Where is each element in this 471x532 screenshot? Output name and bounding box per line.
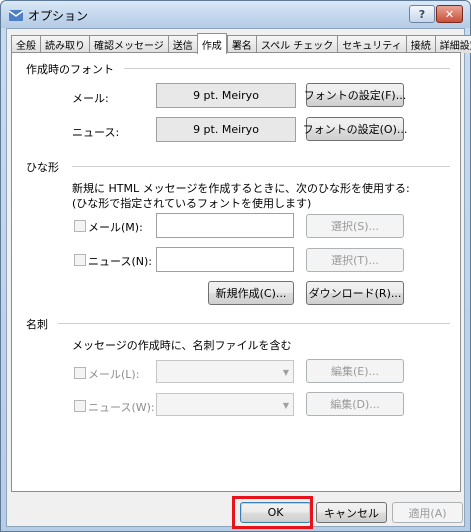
mail-font-settings-button[interactable]: フォントの設定(F)... bbox=[304, 83, 406, 107]
stationery-mail-select-button[interactable]: 選択(S)... bbox=[306, 214, 404, 238]
options-dialog: オプション ? ✕ 全般 読み取り 確認メッセージ 送信 作成 署名 スペル チ… bbox=[0, 0, 471, 532]
window-title: オプション bbox=[28, 9, 89, 23]
help-button[interactable]: ? bbox=[409, 5, 435, 23]
business-card-news-dropdown[interactable]: ▼ bbox=[156, 393, 294, 416]
ok-highlight-marker bbox=[232, 496, 313, 529]
business-card-news-checkbox[interactable] bbox=[74, 400, 86, 412]
business-card-news-label: ニュース(W): bbox=[88, 401, 155, 414]
stationery-news-checkbox[interactable] bbox=[74, 254, 86, 266]
dialog-client: 全般 読み取り 確認メッセージ 送信 作成 署名 スペル チェック セキュリティ… bbox=[6, 28, 471, 527]
tab-spelling[interactable]: スペル チェック bbox=[255, 35, 338, 53]
new-stationery-button[interactable]: 新規作成(C)... bbox=[208, 281, 294, 305]
stationery-news-input[interactable] bbox=[156, 247, 294, 272]
compose-news-label: ニュース: bbox=[72, 126, 120, 139]
close-button[interactable]: ✕ bbox=[436, 5, 463, 23]
business-card-news-edit-button[interactable]: 編集(D)... bbox=[306, 392, 404, 416]
tab-read[interactable]: 読み取り bbox=[40, 35, 89, 53]
business-card-description: メッセージの作成時に、名刺ファイルを含む bbox=[72, 339, 292, 352]
tab-security[interactable]: セキュリティ bbox=[337, 35, 406, 53]
tab-connection[interactable]: 接続 bbox=[405, 35, 435, 53]
stationery-news-select-button[interactable]: 選択(T)... bbox=[306, 248, 404, 272]
tab-advanced[interactable]: 詳細設定 bbox=[434, 35, 471, 53]
stationery-description: 新規に HTML メッセージを作成するときに、次のひな形を使用する: bbox=[72, 182, 410, 195]
compose-font-heading: 作成時のフォント bbox=[26, 63, 114, 76]
help-icon: ? bbox=[418, 7, 426, 21]
tab-compose[interactable]: 作成 bbox=[196, 33, 227, 54]
mail-font-display: 9 pt. Meiryo bbox=[156, 83, 296, 108]
section-divider bbox=[124, 68, 450, 69]
business-card-mail-checkbox[interactable] bbox=[74, 367, 86, 379]
tab-receipts[interactable]: 確認メッセージ bbox=[89, 35, 168, 53]
section-divider bbox=[58, 323, 450, 324]
news-font-settings-button[interactable]: フォントの設定(O)... bbox=[303, 117, 407, 141]
stationery-mail-label: メール(M): bbox=[88, 221, 143, 234]
tab-send[interactable]: 送信 bbox=[167, 35, 197, 53]
dropdown-arrow-icon: ▼ bbox=[282, 401, 289, 410]
news-font-display: 9 pt. Meiryo bbox=[156, 117, 296, 142]
cancel-button[interactable]: キャンセル bbox=[316, 502, 387, 523]
business-card-mail-label: メール(L): bbox=[88, 368, 140, 381]
apply-button[interactable]: 適用(A) bbox=[392, 502, 463, 523]
tab-signatures[interactable]: 署名 bbox=[226, 35, 256, 53]
download-stationery-button[interactable]: ダウンロード(R)... bbox=[306, 281, 404, 305]
tab-general[interactable]: 全般 bbox=[11, 35, 40, 53]
stationery-heading: ひな形 bbox=[26, 161, 59, 174]
title-bar: オプション ? ✕ bbox=[1, 1, 470, 28]
section-divider bbox=[72, 166, 450, 167]
compose-mail-label: メール: bbox=[72, 92, 109, 105]
stationery-mail-checkbox[interactable] bbox=[74, 220, 86, 232]
business-card-mail-dropdown[interactable]: ▼ bbox=[156, 360, 294, 383]
outlook-express-icon bbox=[8, 10, 24, 21]
business-card-mail-edit-button[interactable]: 編集(E)... bbox=[306, 359, 404, 383]
tab-strip: 全般 読み取り 確認メッセージ 送信 作成 署名 スペル チェック セキュリティ… bbox=[11, 33, 471, 54]
stationery-mail-input[interactable] bbox=[156, 213, 294, 238]
dropdown-arrow-icon: ▼ bbox=[282, 368, 289, 377]
stationery-news-label: ニュース(N): bbox=[88, 255, 152, 268]
compose-panel: 作成時のフォント メール: 9 pt. Meiryo フォントの設定(F)...… bbox=[11, 52, 461, 492]
close-icon: ✕ bbox=[444, 7, 455, 21]
business-card-heading: 名刺 bbox=[26, 318, 48, 331]
stationery-note: (ひな形で指定されているフォントを使用します) bbox=[72, 197, 312, 210]
